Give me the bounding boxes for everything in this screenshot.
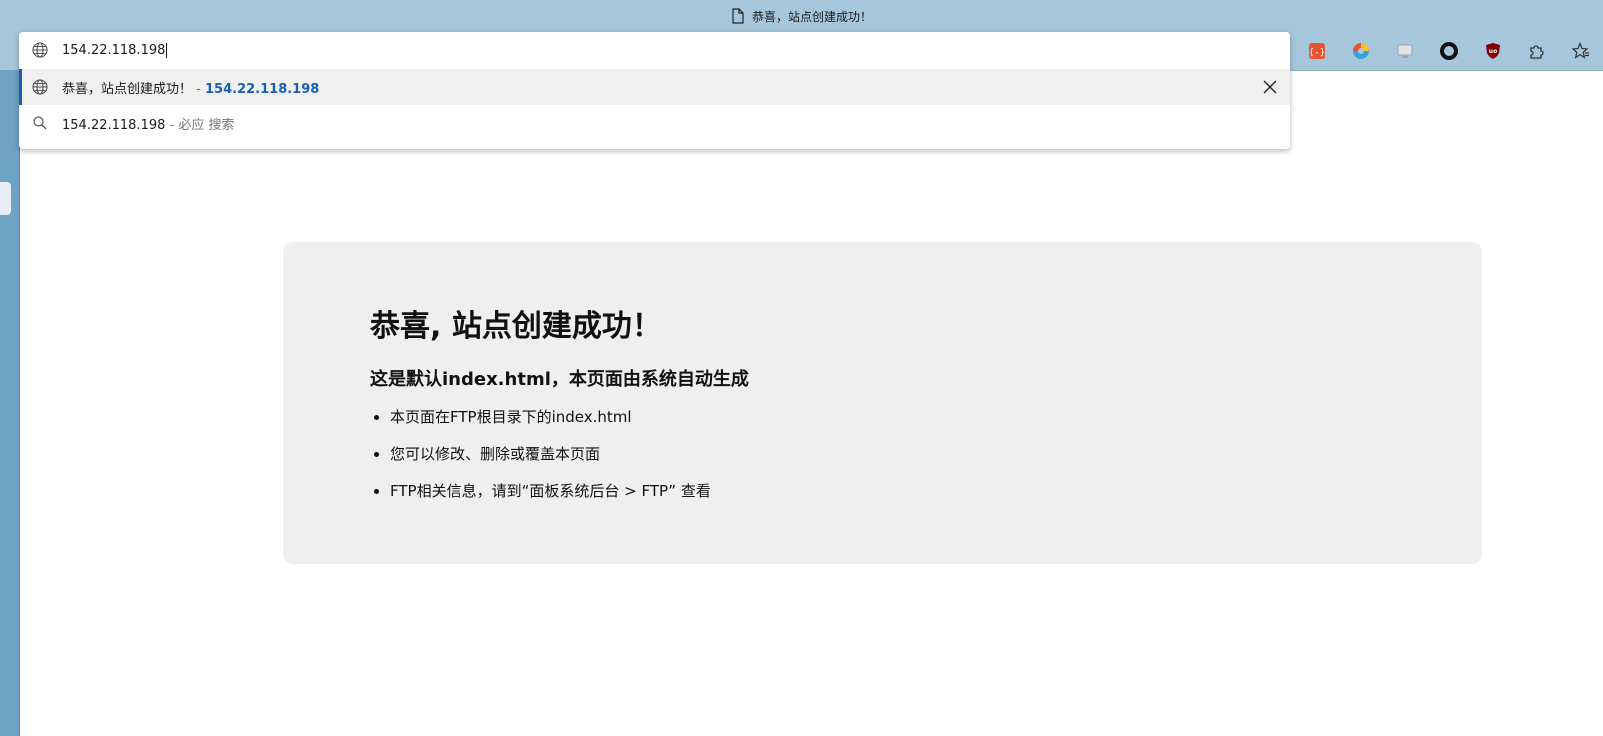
ublock-origin-extension-button[interactable]: uo [1471, 32, 1515, 70]
search-engine-suffix: - 必应 搜索 [169, 117, 235, 133]
remove-suggestion-close-icon[interactable] [1260, 77, 1280, 97]
globe-icon [32, 42, 48, 58]
ublock-origin-icon: uo [1486, 43, 1500, 59]
suggestion-site[interactable]: 恭喜，站点创建成功！ - 154.22.118.198 [19, 69, 1290, 105]
dark-reader-icon [1440, 42, 1458, 60]
screen-capture-extension-button[interactable] [1383, 32, 1427, 70]
json-viewer-extension-button[interactable]: {-} [1295, 32, 1339, 70]
address-bar[interactable]: 154.22.118.198 [19, 32, 1290, 69]
screen-capture-icon [1397, 44, 1413, 58]
json-viewer-icon: {-} [1309, 43, 1325, 59]
svg-text:{-}: {-} [1309, 48, 1325, 58]
extensions-button[interactable] [1515, 32, 1559, 70]
page-subheading: 这是默认index.html，本页面由系统自动生成 [370, 369, 749, 390]
content-card: 恭喜, 站点创建成功！ 这是默认index.html，本页面由系统自动生成 本页… [283, 242, 1482, 564]
window-title: 恭喜，站点创建成功！ [751, 9, 872, 24]
search-query: 154.22.118.198 [62, 117, 166, 133]
svg-text:uo: uo [1489, 48, 1497, 55]
color-wheel-icon [1353, 43, 1369, 59]
globe-icon [32, 79, 48, 95]
dark-reader-extension-button[interactable] [1427, 32, 1471, 70]
color-picker-extension-button[interactable] [1339, 32, 1383, 70]
page-document-icon [732, 8, 744, 24]
suggestion-search[interactable]: 154.22.118.198 - 必应 搜索 [19, 105, 1290, 141]
favorites-button[interactable] [1559, 32, 1603, 70]
page-heading: 恭喜, 站点创建成功！ [370, 309, 662, 344]
search-icon [33, 116, 47, 130]
suggestion-text: 154.22.118.198 - 必应 搜索 [62, 114, 235, 133]
suggestion-text: 恭喜，站点创建成功！ - 154.22.118.198 [62, 78, 319, 97]
extensions-puzzle-icon [1530, 45, 1544, 59]
address-bar-dropdown: 154.22.118.198 恭喜，站点创建成功！ - 154.22.118.1… [19, 32, 1290, 149]
info-list: 本页面在FTP根目录下的index.html 您可以修改、删除或覆盖本页面 FT… [370, 406, 711, 517]
suggestion-separator: - [196, 81, 201, 97]
sidebar-tab-handle[interactable] [0, 182, 11, 215]
vertical-tabs-sidebar [0, 70, 20, 736]
list-item: FTP相关信息，请到“面板系统后台 > FTP” 查看 [390, 480, 711, 517]
text-caret [166, 43, 168, 58]
suggestion-url: 154.22.118.198 [205, 81, 320, 97]
extension-toolbar: {-} uo [1295, 32, 1603, 70]
list-item: 本页面在FTP根目录下的index.html [390, 406, 711, 443]
address-input[interactable]: 154.22.118.198 [62, 43, 168, 58]
favorites-star-icon [1572, 42, 1589, 59]
address-input-value: 154.22.118.198 [62, 43, 166, 58]
suggestion-title: 恭喜，站点创建成功！ [62, 81, 193, 97]
list-item: 您可以修改、删除或覆盖本页面 [390, 443, 711, 480]
window-title-bar: 恭喜，站点创建成功！ [0, 0, 1603, 32]
